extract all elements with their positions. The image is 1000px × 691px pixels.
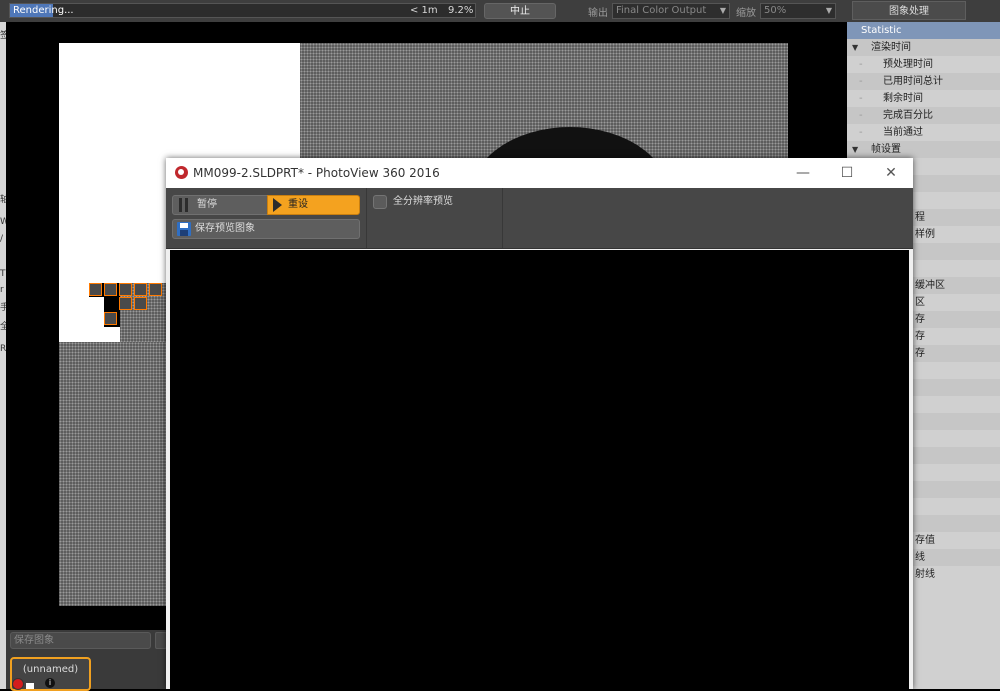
preview-toolbar: 暂停 重设 保存预览图象 全分辨率预览: [166, 188, 913, 249]
stat-label: 渲染时间: [871, 42, 911, 53]
stat-label: 程: [915, 212, 925, 223]
render-bucket-tile: [149, 283, 162, 296]
percent-complete: 9.2%: [448, 5, 474, 16]
zoom-select[interactable]: 50% ▼: [760, 3, 836, 19]
tree-connector: -: [859, 59, 863, 70]
render-bucket-tile: [119, 297, 132, 310]
toolbar-divider: [502, 188, 503, 248]
preview-canvas[interactable]: [170, 250, 909, 689]
minimize-button[interactable]: —: [781, 158, 825, 188]
stat-label: 样例: [915, 229, 935, 240]
window-title: MM099-2.SLDPRT* - PhotoView 360 2016: [193, 166, 440, 180]
record-icon: [12, 678, 24, 690]
render-bucket-tile: [104, 283, 117, 296]
stat-row[interactable]: - 当前通过: [847, 124, 1000, 141]
statistics-header: Statistic: [847, 22, 1000, 39]
stat-row[interactable]: ▼ 帧设置: [847, 141, 1000, 158]
stat-label: 存: [915, 348, 925, 359]
stat-row[interactable]: - 完成百分比: [847, 107, 1000, 124]
render-status: Rendering...: [13, 5, 74, 16]
render-bucket-tile: [89, 283, 102, 296]
save-preview-label: 保存预览图象: [195, 223, 255, 234]
stat-label: 线: [915, 552, 925, 563]
stat-label: 缓冲区: [915, 280, 945, 291]
stat-label: 存: [915, 314, 925, 325]
floppy-disk-icon: [177, 222, 191, 236]
pause-label: 暂停: [197, 199, 217, 210]
swatch-icon: [26, 683, 34, 689]
render-bucket-tile: [104, 312, 117, 325]
render-bucket-tile: [134, 283, 147, 296]
maximize-button[interactable]: ☐: [825, 158, 869, 188]
stat-label: 存值: [915, 535, 935, 546]
render-unrendered-region: [89, 297, 104, 342]
stat-row[interactable]: - 预处理时间: [847, 56, 1000, 73]
photoview-logo-icon: [175, 166, 188, 179]
play-icon: [273, 198, 282, 212]
preset-name: (unnamed): [22, 664, 79, 675]
window-titlebar[interactable]: MM099-2.SLDPRT* - PhotoView 360 2016 — ☐…: [166, 158, 913, 188]
stop-button[interactable]: 中止: [484, 3, 556, 19]
time-remaining: < 1m: [410, 5, 438, 16]
stat-row[interactable]: - 已用时间总计: [847, 73, 1000, 90]
pause-button[interactable]: 暂停: [172, 195, 268, 215]
edge-glyph: r: [0, 285, 4, 295]
render-bucket-tile: [134, 297, 147, 310]
dropdown-arrow-icon: ▼: [719, 6, 726, 15]
tab-image-processing[interactable]: 图象处理: [852, 1, 966, 20]
output-label: 输出: [588, 8, 608, 19]
edge-glyph: /: [0, 234, 4, 244]
render-progress-bar: Rendering...: [9, 3, 476, 18]
edge-glyph: T: [0, 269, 6, 279]
close-button[interactable]: ✕: [869, 158, 913, 188]
stat-label: 区: [915, 297, 925, 308]
full-resolution-checkbox[interactable]: [373, 195, 387, 209]
tree-connector: -: [859, 93, 863, 104]
stat-label: 预处理时间: [883, 59, 933, 70]
logo-dot: [178, 169, 184, 175]
dropdown-arrow-icon: ▼: [825, 6, 832, 15]
stat-label: 射线: [915, 569, 935, 580]
render-unrendered-region: [104, 327, 120, 342]
output-value: Final Color Output: [616, 5, 707, 16]
reset-label: 重设: [288, 199, 308, 210]
tree-connector: -: [859, 76, 863, 87]
expand-arrow-icon[interactable]: ▼: [852, 141, 858, 158]
save-preview-image-button[interactable]: 保存预览图象: [172, 219, 360, 239]
stat-label: 剩余时间: [883, 93, 923, 104]
tree-connector: -: [859, 110, 863, 121]
tree-connector: -: [859, 127, 863, 138]
reset-button[interactable]: 重设: [267, 195, 360, 215]
expand-arrow-icon[interactable]: ▼: [852, 39, 858, 56]
render-unrendered-region: [59, 283, 89, 342]
stat-label: 当前通过: [883, 127, 923, 138]
stat-label: 已用时间总计: [883, 76, 943, 87]
full-resolution-label: 全分辨率预览: [393, 196, 453, 207]
stat-label: 完成百分比: [883, 110, 933, 121]
stat-row[interactable]: - 剩余时间: [847, 90, 1000, 107]
save-image-button[interactable]: 保存图象: [10, 632, 151, 649]
photoview-preview-window: MM099-2.SLDPRT* - PhotoView 360 2016 — ☐…: [166, 158, 913, 689]
zoom-value: 50%: [764, 5, 787, 16]
pause-icon: [179, 198, 188, 212]
toolbar-divider: [366, 188, 367, 248]
zoom-label: 缩放: [736, 8, 756, 19]
stat-label: 存: [915, 331, 925, 342]
top-toolbar: Rendering... < 1m 9.2% 中止 输出 Final Color…: [0, 0, 1000, 23]
info-icon[interactable]: i: [45, 678, 55, 688]
output-select[interactable]: Final Color Output ▼: [612, 3, 730, 19]
stat-label: 帧设置: [871, 144, 901, 155]
render-bucket-tile: [119, 283, 132, 296]
stat-row[interactable]: ▼ 渲染时间: [847, 39, 1000, 56]
